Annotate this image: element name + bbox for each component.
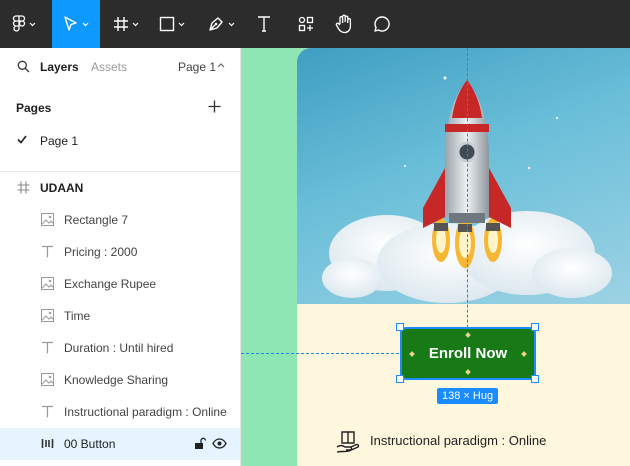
text-icon bbox=[42, 405, 53, 418]
layer-label: 00 Button bbox=[64, 437, 116, 451]
layer-frame-udaan[interactable]: UDAAN bbox=[0, 172, 240, 204]
toolbar bbox=[0, 0, 630, 48]
layers-panel: Layers Assets Page 1 Pages Page 1 UDAAN … bbox=[0, 48, 241, 466]
shape-tool-button[interactable] bbox=[152, 0, 192, 48]
layer-label: Exchange Rupee bbox=[64, 277, 157, 291]
frame-tool-button[interactable] bbox=[106, 0, 146, 48]
components-icon bbox=[298, 16, 314, 32]
rocket-illustration bbox=[322, 76, 612, 303]
layer-label: Knowledge Sharing bbox=[64, 373, 169, 387]
layer-label: Time bbox=[64, 309, 91, 323]
rocket-hero-image bbox=[297, 48, 630, 304]
text-icon bbox=[42, 341, 53, 354]
move-tool-button[interactable] bbox=[52, 0, 100, 48]
layer-label: Rectangle 7 bbox=[64, 213, 129, 227]
resize-handle-top-right[interactable] bbox=[531, 323, 539, 331]
image-icon bbox=[41, 213, 54, 226]
eye-icon[interactable] bbox=[212, 438, 227, 449]
layer-label: UDAAN bbox=[40, 181, 84, 195]
comment-icon bbox=[374, 16, 390, 32]
resize-handle-top-left[interactable] bbox=[396, 323, 404, 331]
image-icon bbox=[41, 309, 54, 322]
main-menu-button[interactable] bbox=[4, 0, 44, 48]
text-icon bbox=[42, 245, 53, 258]
smart-guide-horizontal bbox=[241, 353, 399, 354]
rectangle-icon bbox=[159, 16, 175, 32]
layer-item[interactable]: Pricing : 2000 bbox=[0, 236, 240, 268]
chevron-down-icon bbox=[178, 22, 185, 26]
chevron-down-icon bbox=[228, 22, 235, 26]
auto-layout-icon bbox=[41, 439, 54, 448]
search-icon[interactable] bbox=[17, 60, 30, 73]
resize-handle-bottom-left[interactable] bbox=[396, 375, 404, 383]
chevron-down-icon bbox=[82, 22, 89, 26]
tab-layers[interactable]: Layers bbox=[40, 60, 79, 74]
add-page-icon[interactable] bbox=[208, 100, 221, 113]
layer-item[interactable]: Time bbox=[0, 300, 240, 332]
layer-item[interactable]: Exchange Rupee bbox=[0, 268, 240, 300]
pages-heading: Pages bbox=[16, 101, 52, 115]
text-tool-button[interactable] bbox=[248, 0, 280, 48]
layer-item-selected[interactable]: 00 Button bbox=[0, 428, 240, 460]
chevron-down-icon bbox=[29, 22, 36, 26]
layer-item[interactable]: Duration : Until hired bbox=[0, 332, 240, 364]
layer-label: Pricing : 2000 bbox=[64, 245, 138, 259]
book-hand-icon bbox=[336, 431, 360, 453]
pen-tool-button[interactable] bbox=[200, 0, 242, 48]
panel-tabs: Layers Assets Page 1 bbox=[0, 48, 240, 86]
image-icon bbox=[41, 373, 54, 386]
figma-logo-icon bbox=[12, 15, 26, 32]
layer-item[interactable]: Rectangle 7 bbox=[0, 204, 240, 236]
resources-tool-button[interactable] bbox=[290, 0, 322, 48]
cursor-icon bbox=[64, 16, 77, 31]
layer-item[interactable]: Knowledge Sharing bbox=[0, 364, 240, 396]
pen-icon bbox=[209, 17, 223, 31]
check-icon bbox=[17, 135, 27, 144]
hand-tool-button[interactable] bbox=[328, 0, 360, 48]
page-switcher[interactable]: Page 1 bbox=[178, 60, 216, 74]
chevron-up-icon[interactable] bbox=[217, 62, 225, 68]
unlock-icon[interactable] bbox=[194, 437, 206, 450]
comment-tool-button[interactable] bbox=[366, 0, 398, 48]
page-item[interactable]: Page 1 bbox=[0, 128, 240, 152]
layer-item[interactable]: Instructional paradigm : Online bbox=[0, 396, 240, 428]
frame-hash-icon bbox=[17, 181, 30, 194]
page-item-label: Page 1 bbox=[40, 134, 79, 148]
text-icon bbox=[258, 16, 270, 32]
size-badge: 138 × Hug bbox=[437, 388, 499, 404]
frame-hash-icon bbox=[114, 17, 128, 31]
image-icon bbox=[41, 277, 54, 290]
design-canvas[interactable]: Enroll Now 138 × Hug Instructional parad… bbox=[241, 48, 630, 466]
layer-label: Instructional paradigm : Online bbox=[64, 405, 227, 419]
layer-label: Duration : Until hired bbox=[64, 341, 174, 355]
hand-icon bbox=[335, 14, 352, 34]
chevron-down-icon bbox=[132, 22, 139, 26]
tab-assets[interactable]: Assets bbox=[91, 60, 127, 74]
instructional-paradigm-text: Instructional paradigm : Online bbox=[370, 433, 547, 448]
resize-handle-bottom-right[interactable] bbox=[531, 375, 539, 383]
